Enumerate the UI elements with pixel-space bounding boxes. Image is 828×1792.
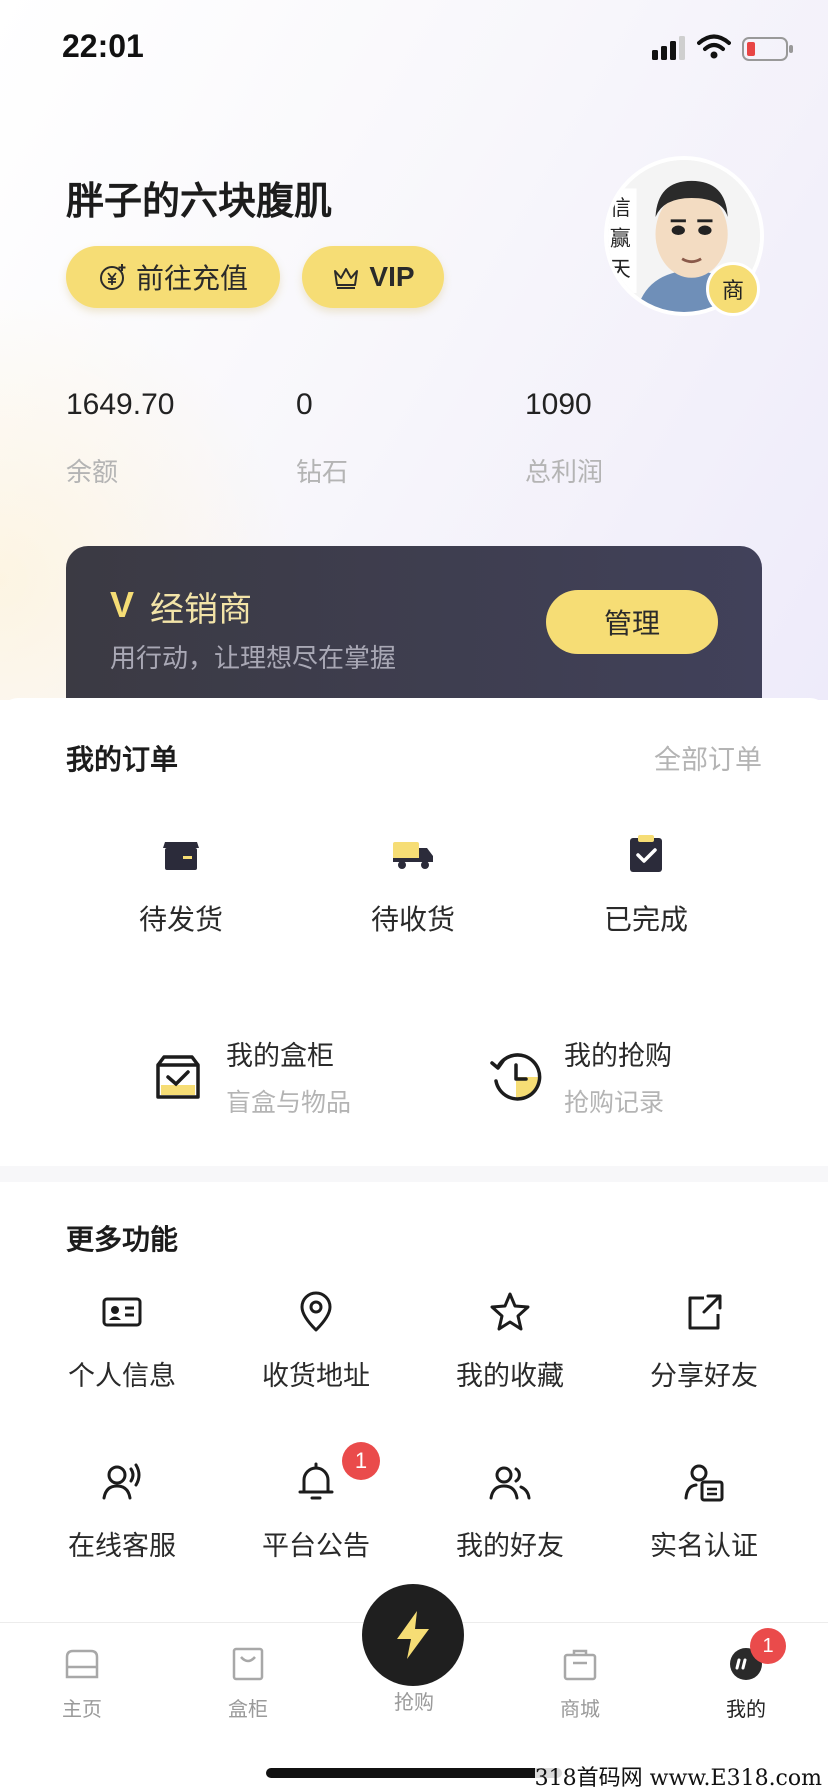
order-pending-shipment[interactable]: 待发货 <box>101 832 261 938</box>
dealer-title: 经销商 <box>150 590 252 630</box>
feature-title: 我的抢购 <box>564 1041 672 1072</box>
bell-icon <box>298 1462 334 1500</box>
more-item-label: 个人信息 <box>68 1361 176 1392</box>
box-icon <box>163 842 199 870</box>
order-item-label: 待发货 <box>138 903 223 936</box>
dealer-v-badge: V <box>110 584 135 625</box>
more-item-label: 平台公告 <box>262 1531 370 1562</box>
tab-home[interactable]: 主页 <box>22 1643 142 1722</box>
all-orders-link[interactable]: 全部订单 <box>654 738 762 777</box>
more-item-address[interactable]: 收货地址 <box>226 1290 406 1393</box>
username: 胖子的六块腹肌 <box>66 179 333 223</box>
orders-title: 我的订单 <box>66 743 179 776</box>
home-icon <box>65 1649 99 1679</box>
signal-icon <box>652 36 685 60</box>
more-item-label: 收货地址 <box>262 1361 370 1392</box>
balance-value[interactable]: 1649.70 <box>66 388 174 422</box>
feature-title: 我的盒柜 <box>226 1041 334 1072</box>
recharge-label: 前往充值 <box>135 262 248 295</box>
clipboard-check-icon <box>630 835 662 872</box>
friends-icon <box>489 1466 531 1500</box>
balance-label: 余额 <box>66 458 119 488</box>
tab-flash-sale-label: 抢购 <box>394 1690 434 1714</box>
home-indicator[interactable] <box>266 1768 562 1778</box>
lightning-icon <box>397 1611 429 1659</box>
id-card-icon <box>102 1297 142 1327</box>
svg-text:赢: 赢 <box>610 227 631 251</box>
section-divider <box>0 1166 828 1182</box>
more-item-label: 在线客服 <box>68 1531 176 1562</box>
my-cabinet-entry[interactable]: 我的盒柜 盲盒与物品 <box>150 1034 351 1119</box>
vip-button[interactable]: VIP <box>302 246 444 308</box>
history-clock-icon <box>490 1052 542 1101</box>
order-item-label: 已完成 <box>603 903 688 936</box>
verify-id-icon <box>684 1464 724 1502</box>
tab-label: 盒柜 <box>228 1697 268 1721</box>
merchant-badge: 商 <box>706 262 760 316</box>
profit-value[interactable]: 1090 <box>525 388 592 422</box>
more-item-label: 实名认证 <box>650 1531 758 1562</box>
bag-icon <box>232 1647 264 1681</box>
tab-cabinet[interactable]: 盒柜 <box>188 1643 308 1722</box>
wifi-icon <box>697 34 731 59</box>
more-item-favorites[interactable]: 我的收藏 <box>420 1290 600 1393</box>
more-item-friends[interactable]: 我的好友 <box>420 1460 600 1563</box>
status-bar: 22:01 <box>0 0 828 100</box>
more-item-customer-service[interactable]: 在线客服 <box>32 1460 212 1563</box>
more-item-label: 我的好友 <box>456 1531 564 1562</box>
my-flash-sale-entry[interactable]: 我的抢购 抢购记录 <box>488 1034 672 1119</box>
more-item-label: 我的收藏 <box>456 1361 564 1392</box>
manage-button[interactable]: 管理 <box>546 590 718 654</box>
shop-icon <box>563 1649 597 1681</box>
tab-mine[interactable]: 我的 <box>686 1643 806 1722</box>
vip-label: VIP <box>369 261 415 292</box>
diamond-value[interactable]: 0 <box>296 388 313 422</box>
dealer-subtitle: 用行动，让理想尽在掌握 <box>110 644 397 674</box>
recharge-button[interactable]: 前往充值 <box>66 246 280 308</box>
feature-subtitle: 盲盒与物品 <box>226 1088 352 1117</box>
location-pin-icon <box>300 1291 332 1332</box>
more-title: 更多功能 <box>66 1223 179 1256</box>
coin-plus-icon <box>99 264 126 290</box>
feature-subtitle: 抢购记录 <box>564 1088 665 1117</box>
cabinet-icon <box>156 1054 200 1099</box>
more-item-share[interactable]: 分享好友 <box>614 1290 794 1393</box>
tab-mine-badge: 1 <box>750 1628 786 1664</box>
status-time: 22:01 <box>62 28 144 64</box>
tab-label: 主页 <box>62 1697 102 1721</box>
tab-shop[interactable]: 商城 <box>520 1643 640 1722</box>
tab-label: 商城 <box>560 1697 600 1721</box>
tab-flash-sale[interactable] <box>362 1584 464 1686</box>
more-item-verification[interactable]: 实名认证 <box>614 1460 794 1563</box>
crown-icon <box>334 268 359 289</box>
tab-label: 我的 <box>726 1697 766 1721</box>
order-item-label: 待收货 <box>370 903 455 936</box>
profit-label: 总利润 <box>525 458 604 488</box>
truck-icon <box>393 842 433 869</box>
share-icon <box>688 1294 722 1330</box>
more-item-label: 分享好友 <box>650 1361 758 1392</box>
order-completed[interactable]: 已完成 <box>566 832 726 938</box>
more-item-announcements[interactable]: 平台公告 <box>226 1460 406 1563</box>
watermark-text: 318首码网 www.E318.com <box>534 1760 822 1792</box>
more-item-profile-info[interactable]: 个人信息 <box>32 1290 212 1393</box>
customer-service-icon <box>102 1463 141 1500</box>
diamond-label: 钻石 <box>296 458 349 488</box>
battery-icon <box>742 37 793 61</box>
announcement-badge: 1 <box>342 1442 380 1480</box>
svg-text:信: 信 <box>610 196 631 220</box>
star-icon <box>490 1292 530 1331</box>
order-pending-receipt[interactable]: 待收货 <box>333 832 493 938</box>
